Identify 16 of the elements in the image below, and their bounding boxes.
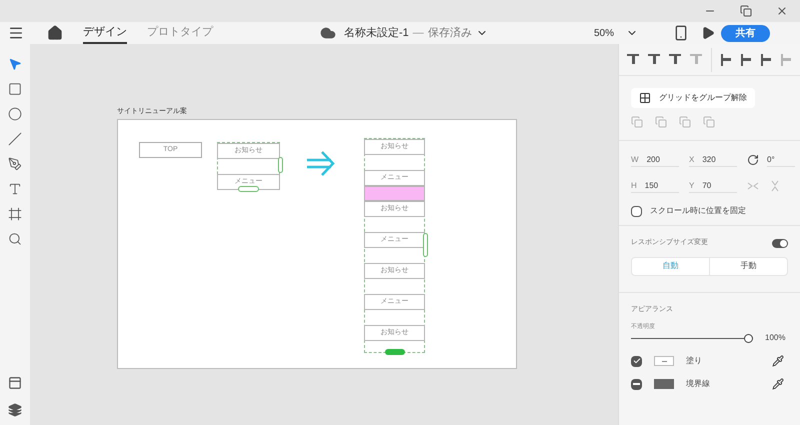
dimension-field[interactable]: W 200: [631, 153, 679, 167]
opacity-value[interactable]: 100%: [765, 332, 786, 344]
ungroup-grid-button[interactable]: グリッドをグループ解除: [631, 88, 755, 108]
dimension-field[interactable]: X 320: [689, 153, 737, 167]
checkbox-label: スクロール時に位置を固定: [650, 205, 746, 217]
style-label: 境界線: [686, 378, 710, 390]
style-label: 塗り: [686, 355, 702, 367]
segment-button[interactable]: 手動: [709, 258, 787, 274]
dimension-field[interactable]: H 150: [631, 179, 679, 193]
document-name: 名称未設定-1: [344, 26, 409, 41]
dimension-field[interactable]: Y 70: [689, 179, 737, 193]
zoom-dropdown[interactable]: 50%: [578, 26, 638, 40]
share-button[interactable]: 共有: [721, 24, 770, 42]
rotation-field[interactable]: 0°: [767, 154, 795, 166]
separator-dash: —: [412, 26, 424, 41]
save-status: 保存済み: [428, 26, 472, 41]
